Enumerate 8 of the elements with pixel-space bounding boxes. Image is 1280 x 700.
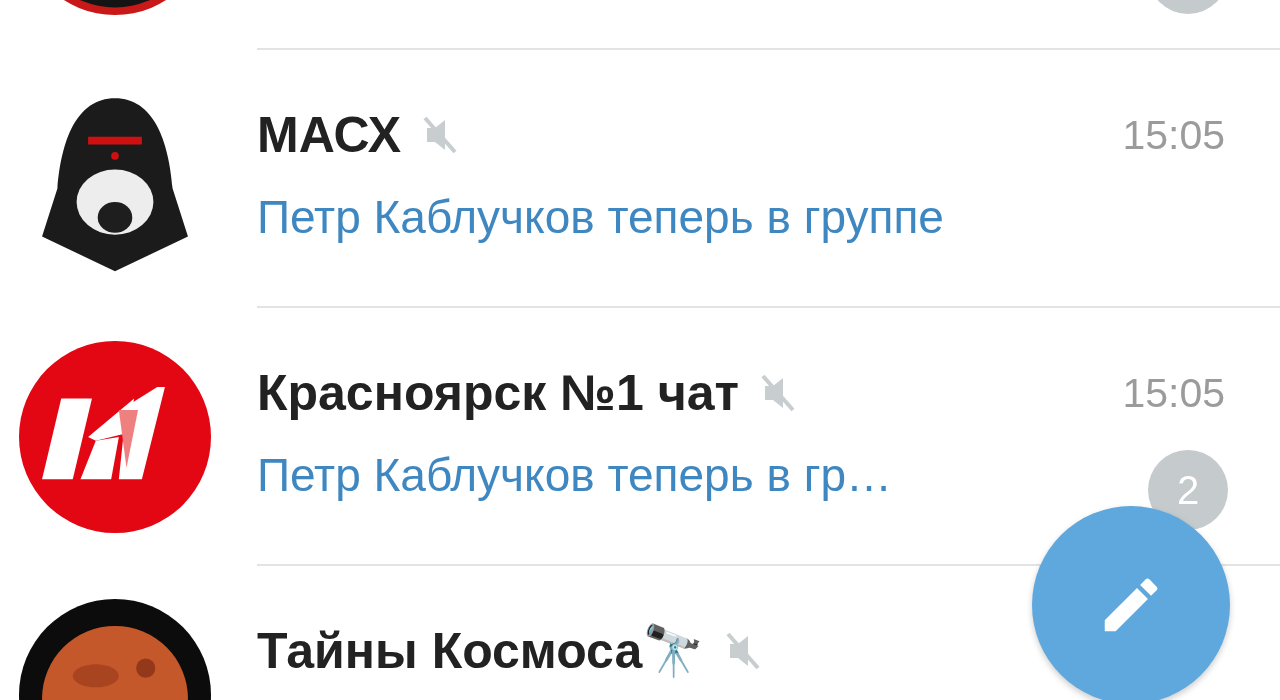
- message-preview: Петр Каблучков теперь в группе: [257, 190, 944, 244]
- chat-time: 15:05: [1122, 369, 1225, 417]
- chat-time: 15:05: [1122, 111, 1225, 159]
- message-preview: Петр Каблучков теперь в гр…: [257, 448, 892, 502]
- chat-name: Тайны Космоса🔭: [257, 622, 705, 680]
- unread-badge: 2: [1148, 450, 1228, 530]
- chat-name: МАСХ: [257, 106, 402, 164]
- chat-name: Красноярск №1 чат: [257, 364, 739, 422]
